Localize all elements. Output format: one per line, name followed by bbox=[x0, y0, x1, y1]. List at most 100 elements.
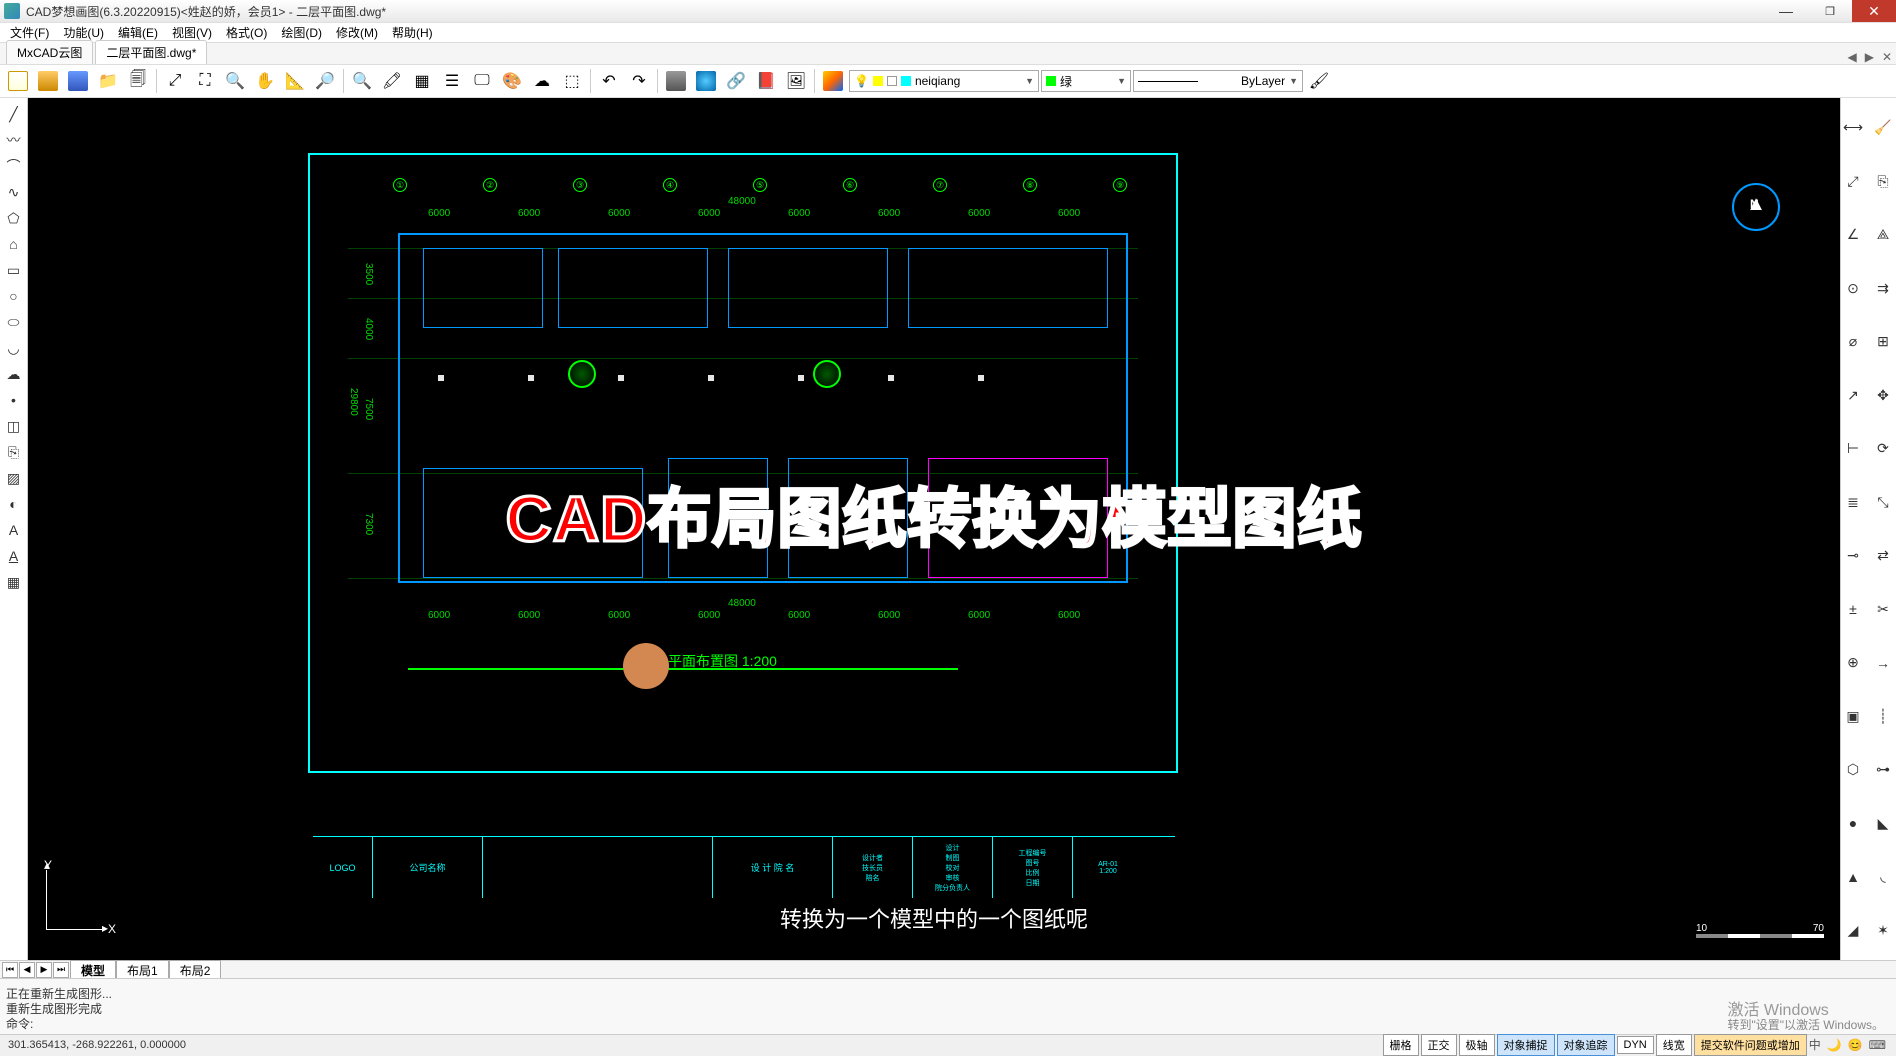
offset-tool[interactable]: ⇉ bbox=[1871, 276, 1895, 300]
command-prompt[interactable]: 命令: bbox=[6, 1017, 1890, 1032]
sheet-tab-layout1[interactable]: 布局1 bbox=[116, 960, 169, 980]
circle-tool[interactable]: ○ bbox=[2, 284, 26, 308]
insert-block-tool[interactable]: ⎘ bbox=[2, 440, 26, 464]
layer-manager-button[interactable] bbox=[819, 67, 847, 95]
linetype-dropdown[interactable]: ByLayer ▼ bbox=[1133, 70, 1303, 92]
open-file-button[interactable] bbox=[34, 67, 62, 95]
3d-box-tool[interactable]: ▣ bbox=[1841, 704, 1865, 728]
rectangle-tool[interactable]: ▭ bbox=[2, 258, 26, 282]
center-mark-tool[interactable]: ⊕ bbox=[1841, 651, 1865, 675]
join-tool[interactable]: ⊶ bbox=[1871, 758, 1895, 782]
list-button[interactable]: ☰ bbox=[438, 67, 466, 95]
doc-tab-current[interactable]: 二层平面图.dwg* bbox=[95, 40, 207, 64]
minimize-button[interactable] bbox=[1764, 0, 1808, 22]
sheet-next-button[interactable]: ▶ bbox=[36, 962, 52, 978]
polygon-tool[interactable]: ⬠ bbox=[2, 206, 26, 230]
close-button[interactable] bbox=[1852, 0, 1896, 22]
tolerance-tool[interactable]: ± bbox=[1841, 597, 1865, 621]
tab-prev-icon[interactable]: ◀ bbox=[1843, 50, 1860, 64]
ime-indicator[interactable]: 中 bbox=[1809, 1036, 1821, 1053]
color-tool-button[interactable]: 🎨 bbox=[498, 67, 526, 95]
3d-sphere-tool[interactable]: ● bbox=[1841, 811, 1865, 835]
toggle-osnap[interactable]: 对象捕捉 bbox=[1497, 1034, 1555, 1056]
brush-button[interactable]: 🖌 bbox=[1305, 67, 1333, 95]
screenshot-button[interactable]: 🖵 bbox=[468, 67, 496, 95]
arc-tool[interactable]: ⌒ bbox=[2, 154, 26, 178]
toggle-polar[interactable]: 极轴 bbox=[1459, 1034, 1495, 1056]
drawing-canvas[interactable]: ① ② ③ ④ ⑤ ⑥ ⑦ ⑧ ⑨ 6000 6000 6000 6000 60… bbox=[28, 98, 1840, 960]
toggle-otrack[interactable]: 对象追踪 bbox=[1557, 1034, 1615, 1056]
toggle-grid[interactable]: 栅格 bbox=[1383, 1034, 1419, 1056]
roof-tool[interactable]: ⌂ bbox=[2, 232, 26, 256]
chamfer-tool[interactable]: ◣ bbox=[1871, 811, 1895, 835]
dimension-linear-tool[interactable]: ⟷ bbox=[1841, 116, 1865, 140]
zoom-realtime-button[interactable]: 🔍 bbox=[221, 67, 249, 95]
selection-grip[interactable] bbox=[798, 375, 804, 381]
image-export-button[interactable]: 🖼 bbox=[782, 67, 810, 95]
highlight-button[interactable]: 🖍 bbox=[378, 67, 406, 95]
break-tool[interactable]: ┊ bbox=[1871, 704, 1895, 728]
folder-button[interactable]: 📁 bbox=[94, 67, 122, 95]
revision-cloud-tool[interactable]: ☁ bbox=[2, 362, 26, 386]
zoom-in-button[interactable]: 🔎 bbox=[311, 67, 339, 95]
selection-grip[interactable] bbox=[618, 375, 624, 381]
selection-grip[interactable] bbox=[708, 375, 714, 381]
dimension-radius-tool[interactable]: ⊙ bbox=[1841, 276, 1865, 300]
cloud-sync-button[interactable]: ☁ bbox=[528, 67, 556, 95]
ime-tray[interactable]: 中 🌙 😊 ⌨ bbox=[1809, 1036, 1896, 1053]
hatch-tool[interactable]: ▨ bbox=[2, 466, 26, 490]
explode-tool[interactable]: ✶ bbox=[1871, 918, 1895, 942]
arc-3pt-tool[interactable]: ◡ bbox=[2, 336, 26, 360]
erase-tool[interactable]: 🧹 bbox=[1871, 116, 1895, 140]
line-tool[interactable]: ╱ bbox=[2, 102, 26, 126]
new-file-button[interactable] bbox=[4, 67, 32, 95]
polyline-tool[interactable]: 〰 bbox=[2, 128, 26, 152]
copy-tool[interactable]: ⎘ bbox=[1871, 169, 1895, 193]
point-tool[interactable]: • bbox=[2, 388, 26, 412]
block-tool[interactable]: ◫ bbox=[2, 414, 26, 438]
pdf-button[interactable]: 📕 bbox=[752, 67, 780, 95]
mtext-tool[interactable]: A bbox=[2, 544, 26, 568]
move-tool[interactable]: ✥ bbox=[1871, 383, 1895, 407]
dimension-diameter-tool[interactable]: ⌀ bbox=[1841, 330, 1865, 354]
restore-button[interactable] bbox=[1808, 0, 1852, 22]
dimension-baseline-tool[interactable]: ≣ bbox=[1841, 490, 1865, 514]
gradient-tool[interactable]: ◐ bbox=[2, 492, 26, 516]
spline-tool[interactable]: ∿ bbox=[2, 180, 26, 204]
stretch-tool[interactable]: ⇄ bbox=[1871, 544, 1895, 568]
redo-button[interactable]: ↷ bbox=[625, 67, 653, 95]
zoom-window-button[interactable]: ⤢ bbox=[161, 67, 189, 95]
toggle-ortho[interactable]: 正交 bbox=[1421, 1034, 1457, 1056]
leader-tool[interactable]: ↗ bbox=[1841, 383, 1865, 407]
sheet-prev-button[interactable]: ◀ bbox=[19, 962, 35, 978]
ellipse-tool[interactable]: ⬭ bbox=[2, 310, 26, 334]
layer-dropdown[interactable]: 💡 neiqiang ▼ bbox=[849, 70, 1039, 92]
sheet-first-button[interactable]: ⏮ bbox=[2, 962, 18, 978]
properties-button[interactable]: ▦ bbox=[408, 67, 436, 95]
menu-help[interactable]: 帮助(H) bbox=[386, 22, 439, 43]
fillet-tool[interactable]: ◟ bbox=[1871, 865, 1895, 889]
compare-button[interactable]: 🗐 bbox=[124, 67, 152, 95]
layer-iso-button[interactable]: ⬚ bbox=[558, 67, 586, 95]
doc-tab-cloud[interactable]: MxCAD云图 bbox=[6, 40, 93, 64]
dimension-angular-tool[interactable]: ∠ bbox=[1841, 223, 1865, 247]
save-button[interactable] bbox=[64, 67, 92, 95]
web-button[interactable] bbox=[692, 67, 720, 95]
menu-draw[interactable]: 绘图(D) bbox=[275, 22, 328, 43]
sheet-last-button[interactable]: ⏭ bbox=[53, 962, 69, 978]
selection-grip[interactable] bbox=[528, 375, 534, 381]
command-line[interactable]: 正在重新生成图形... 重新生成图形完成 命令: 激活 Windows 转到"设… bbox=[0, 978, 1896, 1034]
find-button[interactable]: 🔍 bbox=[348, 67, 376, 95]
measure-button[interactable]: 📐 bbox=[281, 67, 309, 95]
sheet-tab-model[interactable]: 模型 bbox=[70, 960, 116, 980]
selection-grip[interactable] bbox=[888, 375, 894, 381]
menu-format[interactable]: 格式(O) bbox=[220, 22, 273, 43]
dimension-ordinate-tool[interactable]: ⊢ bbox=[1841, 437, 1865, 461]
dimension-aligned-tool[interactable]: ⤢ bbox=[1841, 169, 1865, 193]
selection-grip[interactable] bbox=[438, 375, 444, 381]
mirror-tool[interactable]: ⟁ bbox=[1871, 223, 1895, 247]
selection-grip[interactable] bbox=[978, 375, 984, 381]
menu-modify[interactable]: 修改(M) bbox=[330, 22, 384, 43]
tab-next-icon[interactable]: ▶ bbox=[1861, 50, 1878, 64]
toggle-dyn[interactable]: DYN bbox=[1617, 1036, 1654, 1054]
